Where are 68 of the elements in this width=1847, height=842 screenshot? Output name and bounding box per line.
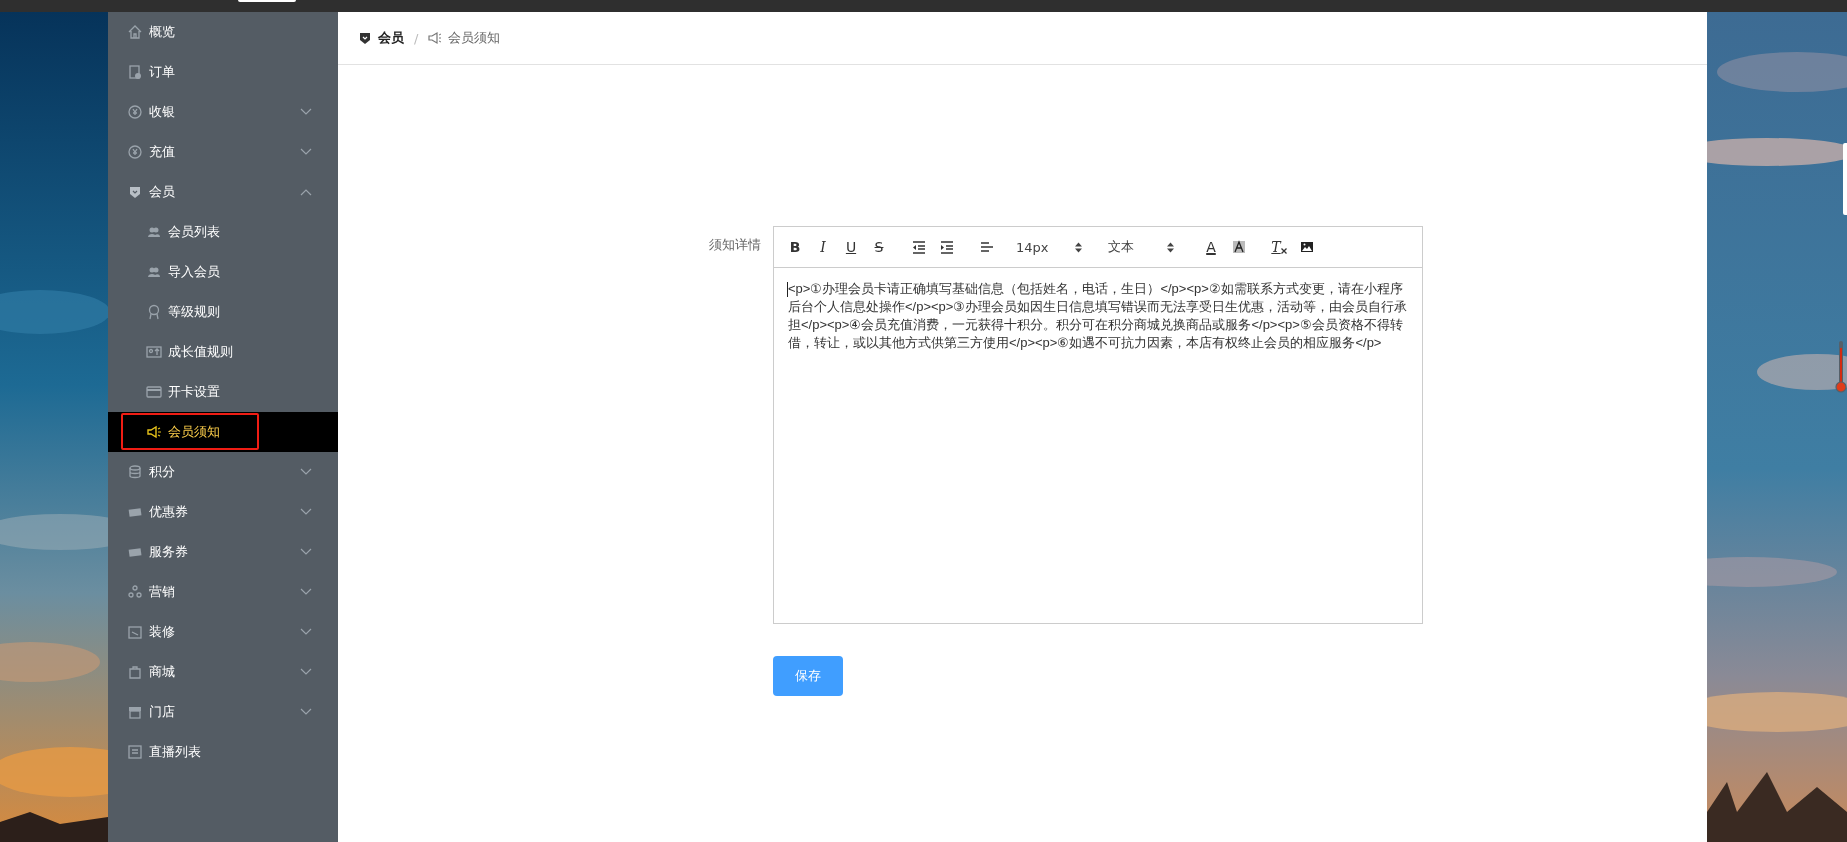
- document-icon: [127, 64, 143, 80]
- badge-icon: [358, 31, 372, 45]
- sidebar-item[interactable]: 营销: [108, 572, 338, 612]
- italic-button[interactable]: I: [814, 237, 832, 257]
- image-icon: [1300, 240, 1314, 254]
- sidebar-item[interactable]: 会员: [108, 172, 338, 212]
- chevron-down-icon: [300, 668, 312, 676]
- submenu-item[interactable]: 导入会员: [108, 252, 338, 292]
- chevron-down-icon: [300, 588, 312, 596]
- submenu-item[interactable]: 会员须知: [108, 412, 338, 452]
- dropdown-value: 文本: [1108, 238, 1134, 256]
- sidebar-item[interactable]: 订单: [108, 52, 338, 92]
- chevron-down-icon: [300, 468, 312, 476]
- up-down-caret-icon: [1075, 241, 1082, 253]
- chevron-up-icon: [300, 188, 312, 196]
- align-left-icon: [980, 240, 994, 254]
- sidebar-item[interactable]: 概览: [108, 12, 338, 52]
- sidebar-item[interactable]: 门店: [108, 692, 338, 732]
- dropdown-value: 14px: [1016, 239, 1049, 255]
- breadcrumb-separator: /: [414, 30, 419, 46]
- sidebar-item[interactable]: 收银: [108, 92, 338, 132]
- home-icon: [127, 24, 143, 40]
- sidebar-item[interactable]: 积分: [108, 452, 338, 492]
- indent-icon: [940, 240, 954, 254]
- coin-icon: [127, 144, 143, 160]
- coin-icon: [127, 104, 143, 120]
- sidebar-item[interactable]: 商城: [108, 652, 338, 692]
- outdent-icon: [912, 240, 926, 254]
- sidebar-item[interactable]: 服务券: [108, 532, 338, 572]
- chevron-down-icon: [300, 708, 312, 716]
- submenu-item[interactable]: 会员列表: [108, 212, 338, 252]
- submenu-item[interactable]: 等级规则: [108, 292, 338, 332]
- field-label: 须知详情: [708, 236, 762, 254]
- shop-icon: [127, 704, 143, 720]
- clear-format-button[interactable]: T: [1270, 237, 1288, 257]
- database-icon: [127, 464, 143, 480]
- chevron-down-icon: [300, 148, 312, 156]
- up-down-caret-icon: [1167, 241, 1174, 253]
- chevron-down-icon: [300, 548, 312, 556]
- id-card-icon: [146, 344, 162, 360]
- sidebar-item[interactable]: 装修: [108, 612, 338, 652]
- badge-icon: [127, 184, 143, 200]
- highlight-icon: [1232, 240, 1246, 254]
- submenu-item[interactable]: 成长值规则: [108, 332, 338, 372]
- editor-text: <p>①办理会员卡请正确填写基础信息（包括姓名，电话，生日）</p><p>②如需联系方式变更，请在小程序后台个人信息处操作</p><p>③办理会员如因生日信息填写错误而无法享受日生优惠，活动等，由会员自行承担</p><p>④会员充值消费，一元获得十积分。积分可在积分商城兑换商品或服务</p><p>⑤会员资格不得转借，转让，或以其他方式供第三方使用</p><p>⑥如遇不可抗力因素，本店有权终止会员的相应服务</p>: [788, 281, 1408, 350]
- text-color-button[interactable]: A: [1202, 237, 1220, 257]
- dropdown[interactable]: 文本: [1098, 238, 1180, 256]
- bag-icon: [127, 664, 143, 680]
- sidebar-item[interactable]: 优惠券: [108, 492, 338, 532]
- megaphone-icon: [428, 31, 443, 45]
- sidebar-item[interactable]: 充值: [108, 132, 338, 172]
- underline-button[interactable]: U: [842, 237, 860, 257]
- card-icon: [146, 384, 162, 400]
- list-icon: [127, 744, 143, 760]
- dropdown[interactable]: 14px: [1006, 239, 1088, 255]
- chevron-down-icon: [300, 508, 312, 516]
- text-cursor: [787, 282, 788, 297]
- strike-button[interactable]: S: [870, 237, 888, 257]
- sidebar-item[interactable]: 直播列表: [108, 732, 338, 772]
- breadcrumb-link[interactable]: 会员: [378, 29, 404, 47]
- chevron-down-icon: [300, 628, 312, 636]
- submenu-item[interactable]: 开卡设置: [108, 372, 338, 412]
- thermometer-icon: [1835, 340, 1847, 394]
- chevron-down-icon: [300, 108, 312, 116]
- bold-button[interactable]: B: [786, 237, 804, 257]
- cross-icon: [1280, 248, 1287, 254]
- medal-icon: [146, 304, 162, 320]
- megaphone-icon: [146, 424, 162, 440]
